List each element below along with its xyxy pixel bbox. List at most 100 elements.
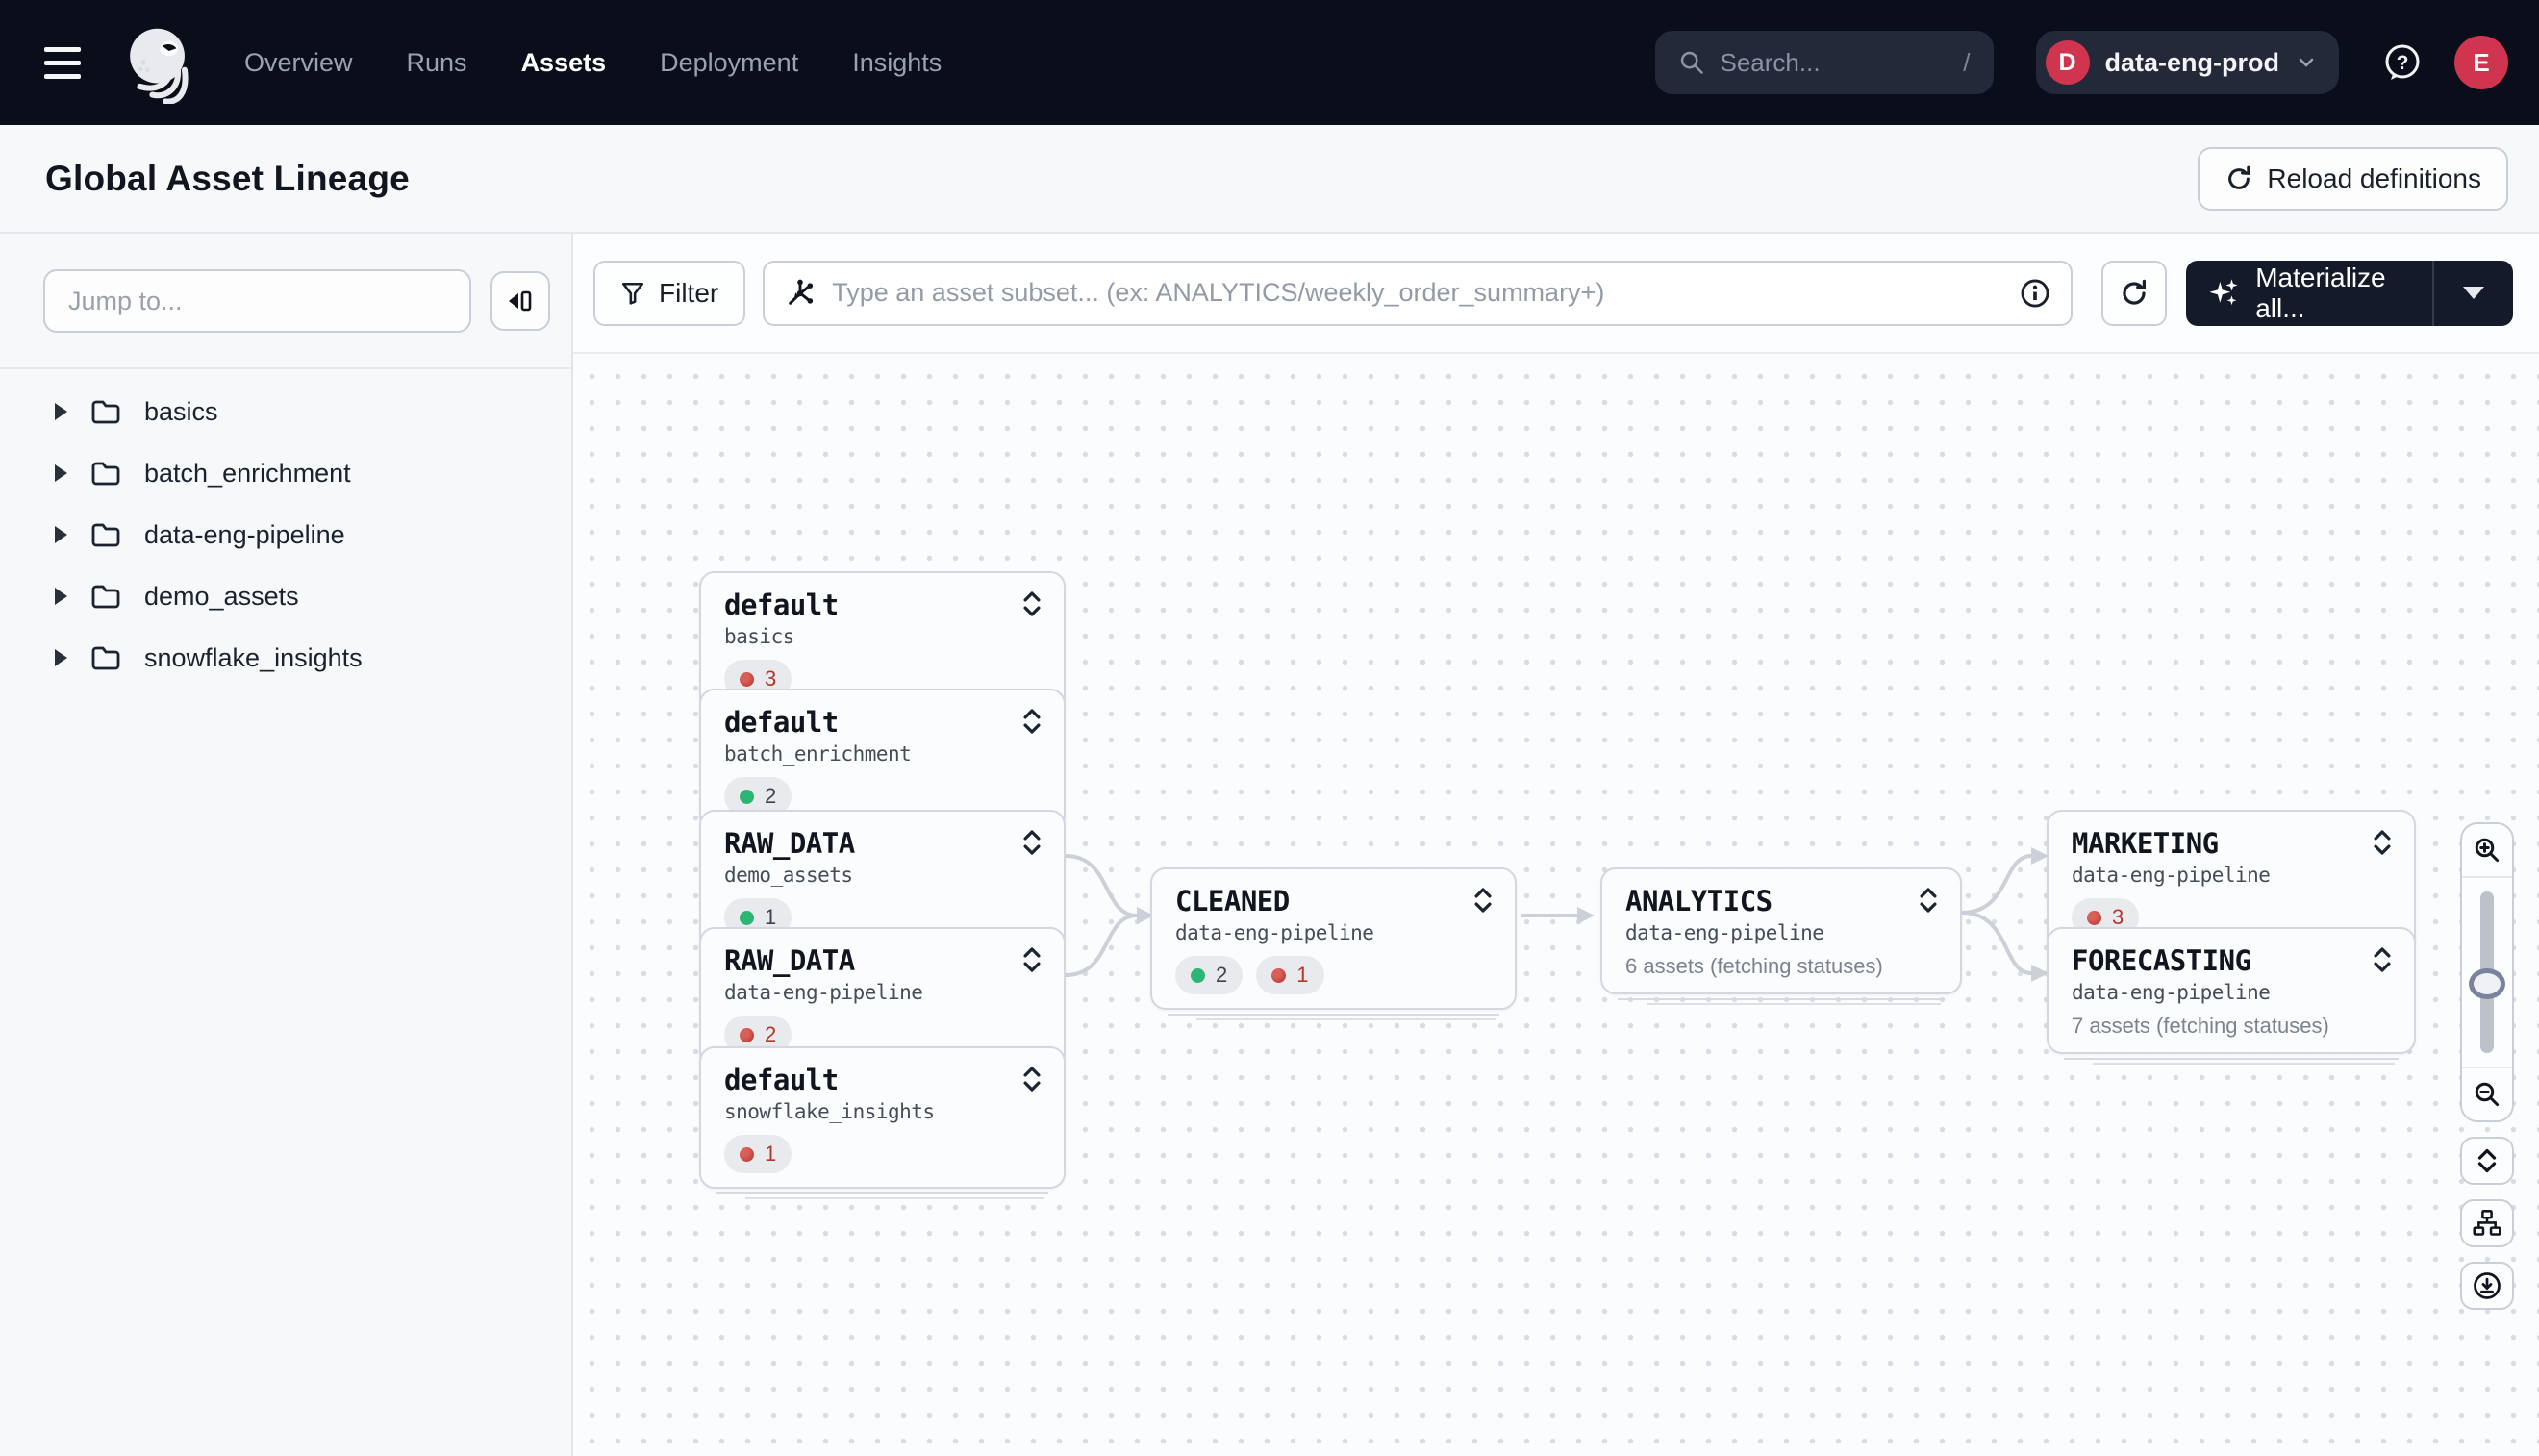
lineage-graph-panel: Filter (573, 234, 2539, 1456)
nav-item-deployment[interactable]: Deployment (660, 48, 798, 78)
refresh-graph-button[interactable] (2101, 261, 2167, 326)
tree-item-demo-assets[interactable]: demo_assets (0, 565, 571, 627)
group-node-forecasting[interactable]: FORECASTING data-eng-pipeline 7 assets (… (2047, 927, 2416, 1054)
global-search-input[interactable]: Search... / (1655, 31, 1994, 94)
lineage-canvas[interactable]: default basics 3 default batch_enrichmen… (573, 356, 2539, 1456)
zoom-slider[interactable] (2462, 878, 2512, 1067)
node-title: RAW_DATA (724, 827, 855, 860)
tree-item-data-eng-pipeline[interactable]: data-eng-pipeline (0, 504, 571, 565)
badge-count: 1 (765, 1142, 776, 1167)
folder-icon (90, 521, 121, 548)
expand-collapse-groups-button[interactable] (2460, 1137, 2514, 1185)
expand-group-icon[interactable] (1021, 829, 1043, 856)
tree-item-label: data-eng-pipeline (144, 520, 345, 550)
caret-down-icon (2463, 287, 2484, 299)
error-dot-icon (2087, 911, 2101, 925)
graph-layout-button[interactable] (2460, 1199, 2514, 1247)
nav-item-assets[interactable]: Assets (521, 48, 607, 78)
zoom-slider-thumb[interactable] (2469, 968, 2505, 999)
user-avatar[interactable]: E (2454, 36, 2508, 89)
asset-subset-input[interactable] (832, 278, 2019, 308)
badge-count: 2 (765, 1022, 776, 1047)
node-subtitle: data-eng-pipeline (724, 981, 922, 1004)
caret-right-icon[interactable] (55, 464, 67, 482)
tree-item-label: batch_enrichment (144, 459, 351, 489)
nav-item-insights[interactable]: Insights (852, 48, 942, 78)
group-node-analytics[interactable]: ANALYTICS data-eng-pipeline 6 assets (fe… (1600, 867, 1962, 994)
collapse-sidebar-button[interactable] (490, 271, 550, 331)
nav-item-overview[interactable]: Overview (244, 48, 353, 78)
tree-item-batch-enrichment[interactable]: batch_enrichment (0, 442, 571, 504)
filter-button[interactable]: Filter (593, 261, 745, 326)
zoom-out-button[interactable] (2462, 1067, 2512, 1120)
download-image-button[interactable] (2460, 1262, 2514, 1310)
error-dot-icon (740, 1028, 754, 1042)
expand-group-icon[interactable] (1021, 708, 1043, 735)
tree-item-label: basics (144, 397, 218, 427)
info-icon[interactable] (2019, 277, 2051, 310)
nav-item-runs[interactable]: Runs (407, 48, 467, 78)
tree-item-label: demo_assets (144, 582, 299, 612)
materialize-options-button[interactable] (2434, 261, 2513, 326)
node-title: MARKETING (2072, 827, 2270, 860)
node-subtitle: snowflake_insights (724, 1100, 935, 1123)
node-subtitle: demo_assets (724, 864, 855, 887)
node-subtitle: data-eng-pipeline (1175, 921, 1373, 944)
code-location-tree: basics batch_enrichment data-eng-pipelin… (0, 369, 571, 689)
badge-count: 2 (1216, 963, 1227, 988)
expand-group-icon[interactable] (1021, 946, 1043, 973)
caret-right-icon[interactable] (55, 588, 67, 605)
folder-icon (90, 644, 121, 671)
success-dot-icon (1191, 968, 1205, 983)
zoom-in-button[interactable] (2462, 824, 2512, 878)
tree-item-snowflake-insights[interactable]: snowflake_insights (0, 627, 571, 689)
expand-group-icon[interactable] (1021, 590, 1043, 617)
node-subtitle: basics (724, 625, 839, 648)
jump-to-input[interactable] (43, 269, 471, 333)
expand-group-icon[interactable] (2372, 829, 2393, 856)
expand-group-icon[interactable] (1021, 1066, 1043, 1092)
group-node-default-snowflake-insights[interactable]: default snowflake_insights 1 (699, 1046, 1066, 1189)
funnel-icon (620, 281, 645, 306)
node-title: CLEANED (1175, 885, 1373, 917)
workspace-switcher[interactable]: D data-eng-prod (2036, 31, 2340, 94)
node-subtitle: data-eng-pipeline (2072, 864, 2270, 887)
node-subtitle: data-eng-pipeline (2072, 981, 2270, 1004)
success-dot-icon (740, 790, 754, 804)
zoom-control (2460, 822, 2514, 1122)
expand-group-icon[interactable] (1472, 887, 1494, 914)
svg-text:?: ? (2397, 52, 2409, 74)
dagster-logo-icon[interactable] (119, 21, 202, 104)
top-nav: Overview Runs Assets Deployment Insights… (0, 0, 2539, 125)
node-status-note: 6 assets (fetching statuses) (1625, 954, 1939, 979)
node-title: default (724, 706, 911, 739)
reload-definitions-button[interactable]: Reload definitions (2198, 147, 2508, 211)
page-title: Global Asset Lineage (45, 159, 410, 199)
caret-right-icon[interactable] (55, 403, 67, 420)
node-status-note: 7 assets (fetching statuses) (2072, 1014, 2393, 1039)
search-icon (1678, 49, 1705, 76)
workspace-name: data-eng-prod (2105, 48, 2280, 78)
group-node-cleaned[interactable]: CLEANED data-eng-pipeline 2 1 (1150, 867, 1517, 1010)
tree-item-basics[interactable]: basics (0, 381, 571, 442)
asset-selection-icon (784, 277, 817, 310)
success-dot-icon (740, 911, 754, 925)
materialize-all-button[interactable]: Materialize all... (2186, 261, 2513, 326)
menu-icon[interactable] (44, 32, 106, 93)
help-icon[interactable]: ? (2377, 38, 2427, 88)
caret-right-icon[interactable] (55, 649, 67, 666)
search-placeholder: Search... (1721, 48, 1964, 78)
filter-button-label: Filter (659, 278, 718, 309)
folder-icon (90, 583, 121, 610)
badge-count: 1 (1296, 963, 1308, 988)
node-title: default (724, 1064, 935, 1096)
caret-right-icon[interactable] (55, 526, 67, 543)
node-title: FORECASTING (2072, 944, 2270, 977)
reload-definitions-label: Reload definitions (2267, 163, 2481, 194)
chevron-down-icon (2295, 51, 2318, 74)
node-subtitle: data-eng-pipeline (1625, 921, 1823, 944)
error-dot-icon (740, 1147, 754, 1162)
expand-group-icon[interactable] (1918, 887, 1939, 914)
badge-count: 2 (765, 784, 776, 809)
expand-group-icon[interactable] (2372, 946, 2393, 973)
